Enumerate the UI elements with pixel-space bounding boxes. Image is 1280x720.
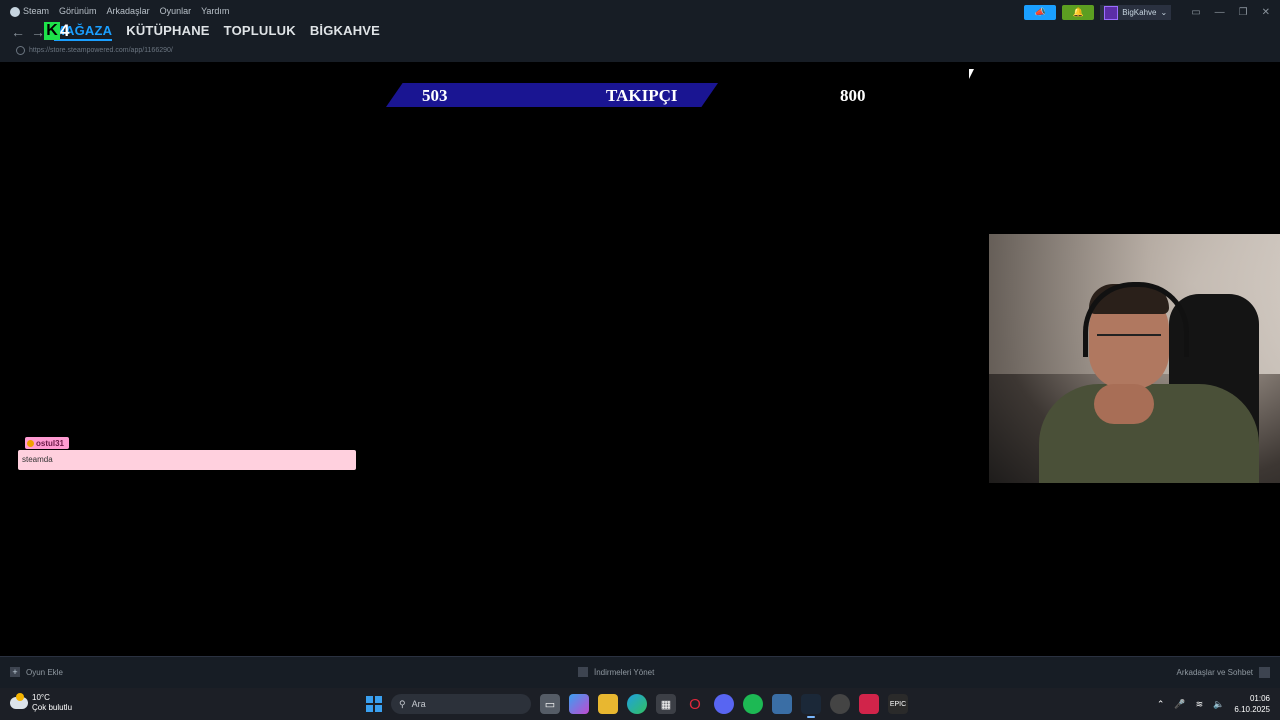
friends-menu-item[interactable]: Arkadaşlar [107, 6, 150, 16]
url-text[interactable]: https://store.steampowered.com/app/11662… [29, 47, 173, 54]
download-icon [578, 667, 588, 677]
store-icon[interactable]: ▦ [656, 694, 676, 714]
steam-icon[interactable] [801, 694, 821, 718]
wifi-icon[interactable]: ≋ [1196, 699, 1204, 710]
follower-goal: 800 [840, 86, 866, 105]
chat-message: steamda [18, 450, 356, 470]
file-explorer-icon[interactable] [598, 694, 618, 714]
logo-4: 4 [60, 21, 70, 40]
nav-profile[interactable]: BİGKAHVE [310, 23, 380, 41]
chevron-down-icon: ⌄ [1160, 8, 1168, 17]
coin-icon [27, 439, 34, 447]
nav-community[interactable]: TOPLULUK [224, 23, 296, 41]
chat-username-badge: ostul31 [25, 437, 70, 449]
mouse-cursor-icon [969, 69, 974, 79]
close-icon[interactable]: ✕ [1262, 7, 1270, 18]
steam-bottom-bar: + Oyun Ekle İndirmeleri Yönet Arkadaşlar… [0, 656, 1280, 689]
taskbar-apps: ⚲ Ara ▭ ▦ O EPIC [366, 694, 908, 718]
obs-icon[interactable] [830, 694, 850, 714]
profile-dropdown[interactable]: BigKahve ⌄ [1100, 5, 1172, 20]
add-game-label: Oyun Ekle [26, 667, 63, 677]
games-menu-item[interactable]: Oyunlar [160, 6, 192, 16]
notifications-button[interactable]: 🔔 [1062, 5, 1095, 20]
valorant-icon[interactable] [859, 694, 879, 714]
logo-k: K [44, 22, 60, 40]
glasses [1097, 334, 1161, 352]
system-tray: ⌃ 🎤 ≋ 🔈 01:06 6.10.2025 [1157, 693, 1270, 715]
restore-icon[interactable]: ❐ [1239, 7, 1248, 18]
app-icon[interactable] [772, 694, 792, 714]
clock-time: 01:06 [1249, 694, 1270, 703]
follower-label: TAKIPÇI [606, 86, 678, 105]
weather-condition: Çok bulutlu [32, 703, 73, 712]
weather-widget[interactable]: 10°C Çok bulutlu [10, 693, 72, 713]
copilot-icon[interactable] [569, 694, 589, 714]
nav-library[interactable]: KÜTÜPHANE [126, 23, 209, 41]
microphone-icon[interactable]: 🎤 [1174, 699, 1185, 710]
epic-games-icon[interactable]: EPIC [888, 694, 908, 714]
spotify-icon[interactable] [743, 694, 763, 714]
avatar [1104, 5, 1119, 20]
steam-menu: Steam Görünüm Arkadaşlar Oyunlar Yardım [10, 6, 229, 17]
main-nav: MAĞAZA KÜTÜPHANE TOPLULUK BİGKAHVE [54, 23, 380, 41]
announcements-button[interactable]: 📣 [1024, 5, 1057, 20]
temperature: 10°C [32, 693, 50, 702]
manage-downloads-label: İndirmeleri Yönet [594, 667, 655, 677]
back-arrow-icon[interactable]: ← [8, 24, 28, 40]
steam-logo-icon [10, 6, 20, 17]
big-picture-icon[interactable]: ▭ [1191, 7, 1200, 18]
help-menu-item[interactable]: Yardım [201, 6, 229, 16]
friends-chat-button[interactable]: Arkadaşlar ve Sohbet [1176, 667, 1270, 678]
chevron-up-icon[interactable]: ⌃ [1157, 699, 1165, 710]
chat-username: ostul31 [36, 438, 65, 448]
k4-overlay-logo: K 4 [44, 22, 80, 40]
windows-taskbar: 10°C Çok bulutlu ⚲ Ara ▭ ▦ O EPIC ⌃ 🎤 ≋ … [0, 688, 1280, 720]
streamer-hand [1094, 384, 1154, 424]
steam-titlebar: Steam Görünüm Arkadaşlar Oyunlar Yardım … [0, 0, 1280, 62]
loading-icon [16, 46, 25, 55]
url-bar: https://store.steampowered.com/app/11662… [16, 46, 173, 55]
clock[interactable]: 01:06 6.10.2025 [1234, 693, 1270, 715]
cloudy-weather-icon [10, 693, 28, 709]
friends-icon [1259, 667, 1270, 678]
discord-icon[interactable] [714, 694, 734, 714]
task-view-icon[interactable]: ▭ [540, 694, 560, 714]
friends-chat-label: Arkadaşlar ve Sohbet [1176, 668, 1254, 677]
webcam-feed [989, 234, 1280, 483]
plus-icon: + [10, 667, 20, 677]
speaker-icon[interactable]: 🔈 [1213, 699, 1224, 710]
window-controls: ▭ — ❐ ✕ [1191, 7, 1270, 18]
add-game-button[interactable]: + Oyun Ekle [10, 667, 63, 677]
search-placeholder: Ara [411, 699, 426, 709]
clock-date: 6.10.2025 [1234, 705, 1270, 714]
windows-start-icon[interactable] [366, 696, 382, 712]
view-menu-item[interactable]: Görünüm [59, 6, 97, 16]
taskbar-search[interactable]: ⚲ Ara [391, 694, 531, 714]
minimize-icon[interactable]: — [1215, 7, 1225, 18]
manage-downloads-button[interactable]: İndirmeleri Yönet [578, 667, 654, 677]
titlebar-actions: 📣 🔔 BigKahve ⌄ ▭ — ❐ ✕ [1024, 5, 1270, 20]
steam-menu-item[interactable]: Steam [10, 6, 49, 17]
edge-icon[interactable] [627, 694, 647, 714]
search-icon: ⚲ [399, 698, 406, 709]
opera-icon[interactable]: O [685, 694, 705, 714]
follower-count: 503 [422, 86, 448, 105]
profile-name: BigKahve [1122, 8, 1157, 17]
